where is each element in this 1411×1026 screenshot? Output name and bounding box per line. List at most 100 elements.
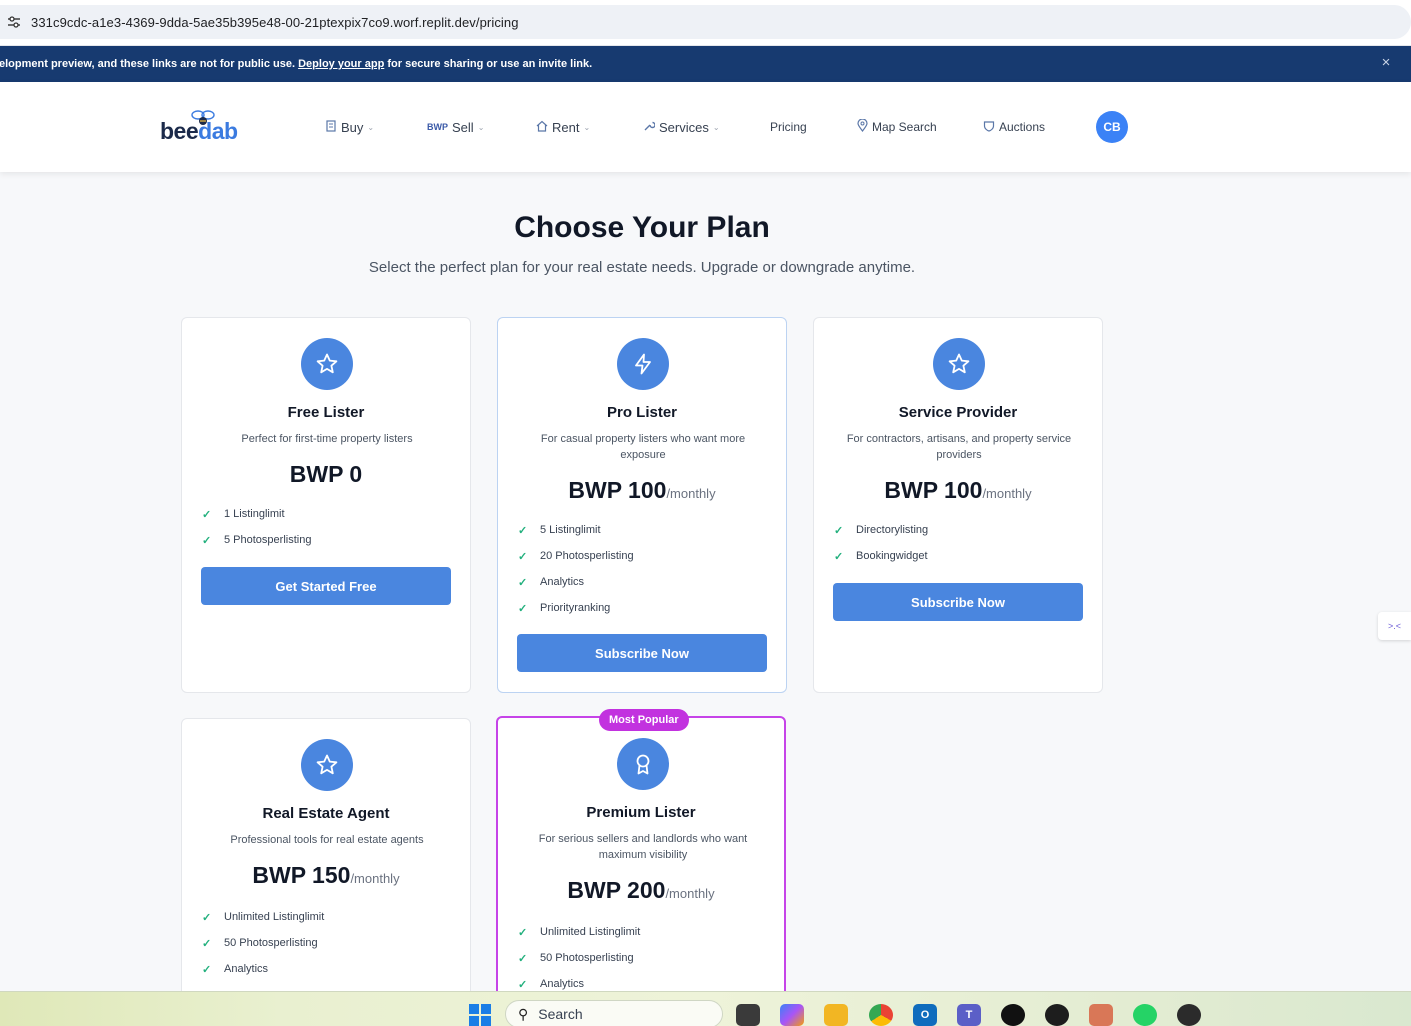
feature-item: ✓ 5 Listinglimit	[518, 524, 601, 537]
lightning-icon	[617, 338, 669, 390]
chevron-down-icon: ⌄	[367, 122, 375, 132]
user-avatar[interactable]: CB	[1096, 111, 1128, 143]
task-view-icon[interactable]	[736, 1004, 760, 1026]
site-info-icon[interactable]	[3, 14, 25, 30]
logo-wordmark: beedab	[160, 118, 238, 144]
url-field[interactable]: 331c9cdc-a1e3-4369-9dda-5ae35b395e48-00-…	[0, 5, 1411, 39]
check-icon: ✓	[518, 978, 528, 991]
map-pin-icon	[857, 118, 868, 135]
side-feedback-tab[interactable]: >.<	[1378, 612, 1411, 640]
teams-icon[interactable]: T	[957, 1004, 981, 1026]
star-icon	[301, 338, 353, 390]
plan-features: ✓ 5 Listinglimit ✓ 20 Photosperlisting ✓ An…	[518, 517, 768, 621]
subscribe-now-button[interactable]: Subscribe Now	[517, 634, 767, 672]
plan-features: ✓ Directorylisting ✓ Bookingwidget	[834, 517, 1084, 569]
banner-text: elopment preview, and these links are no…	[0, 58, 593, 70]
taskbar-search[interactable]: ⚲ Search	[505, 1000, 723, 1026]
feature-item: ✓ Analytics	[202, 963, 269, 976]
plan-card-free-lister: Free Lister Perfect for first-time prope…	[181, 317, 471, 693]
plan-description: Perfect for first-time property listers	[241, 433, 413, 445]
check-icon: ✓	[518, 602, 528, 615]
outlook-icon[interactable]: O	[913, 1004, 937, 1026]
star-icon	[301, 739, 353, 791]
plan-description: Professional tools for real estate agent…	[230, 834, 424, 846]
check-icon: ✓	[202, 508, 212, 521]
nav-buy[interactable]: Buy ⌄	[325, 117, 374, 137]
feature-item: ✓ 1 Listinglimit	[202, 508, 285, 521]
star-icon	[933, 338, 985, 390]
feature-item: ✓ Priorityranking	[518, 602, 611, 615]
check-icon: ✓	[202, 937, 212, 950]
check-icon: ✓	[202, 963, 212, 976]
nav-map-search[interactable]: Map Search	[857, 117, 937, 137]
check-icon: ✓	[202, 911, 212, 924]
plan-features: ✓ 1 Listinglimit ✓ 5 Photosperlisting	[202, 501, 452, 553]
chevron-down-icon: ⌄	[477, 122, 485, 132]
chevron-down-icon: ⌄	[583, 122, 591, 132]
chatgpt-icon[interactable]	[1001, 1004, 1025, 1026]
nav-pricing[interactable]: Pricing	[770, 117, 807, 137]
deploy-link[interactable]: Deploy your app	[298, 58, 384, 70]
whatsapp-icon[interactable]	[1133, 1004, 1157, 1026]
check-icon: ✓	[518, 926, 528, 939]
plan-name: Premium Lister	[586, 804, 696, 821]
gavel-icon	[983, 120, 995, 135]
check-icon: ✓	[518, 550, 528, 563]
plan-price: BWP 200/monthly	[567, 877, 715, 903]
plan-price: BWP 100/monthly	[884, 477, 1032, 503]
chrome-icon[interactable]	[869, 1004, 893, 1026]
feature-item: ✓ 50 Photosperlisting	[202, 937, 318, 950]
page-subtitle: Select the perfect plan for your real es…	[368, 259, 916, 276]
check-icon: ✓	[518, 576, 528, 589]
close-icon[interactable]: ×	[1379, 55, 1393, 70]
nav-buy-label: Buy	[341, 119, 364, 135]
nav-services[interactable]: Services ⌄	[643, 117, 720, 137]
building-icon	[325, 119, 337, 135]
plan-name: Service Provider	[898, 404, 1018, 421]
beedab-logo[interactable]: beedab	[160, 110, 250, 146]
plan-features: ✓ Unlimited Listinglimit ✓ 50 Photosperlis…	[202, 904, 452, 982]
chevron-down-icon: ⌄	[712, 122, 720, 132]
plan-price: BWP 0	[289, 461, 363, 487]
nav-sell[interactable]: BWP Sell ⌄	[427, 117, 484, 137]
get-started-free-button[interactable]: Get Started Free	[201, 567, 451, 605]
feature-item: ✓ 20 Photosperlisting	[518, 550, 634, 563]
app-icon[interactable]	[1045, 1004, 1069, 1026]
file-explorer-icon[interactable]	[824, 1004, 848, 1026]
plan-description: For casual property listers who want mor…	[540, 433, 746, 461]
feature-item: ✓ Unlimited Listinglimit	[518, 926, 641, 939]
plan-description: For serious sellers and landlords who wa…	[538, 833, 748, 861]
check-icon: ✓	[834, 524, 844, 537]
nav-pricing-label: Pricing	[770, 120, 807, 134]
plan-price: BWP 150/monthly	[252, 862, 400, 888]
feature-item: ✓ Directorylisting	[834, 524, 929, 537]
nav-auctions[interactable]: Auctions	[983, 117, 1045, 137]
feature-item: ✓ Bookingwidget	[834, 550, 928, 563]
plan-name: Real Estate Agent	[262, 805, 390, 822]
windows-start-icon[interactable]	[469, 1004, 491, 1026]
page-title: Choose Your Plan	[514, 211, 770, 244]
check-icon: ✓	[834, 550, 844, 563]
claude-icon[interactable]	[1089, 1004, 1113, 1026]
feature-item: ✓ Analytics	[518, 576, 585, 589]
plan-price: BWP 100/monthly	[568, 477, 716, 503]
feature-item: ✓ 50 Photosperlisting	[518, 952, 634, 965]
collapse-icon: >.<	[1387, 621, 1401, 631]
plan-name: Free Lister	[287, 404, 365, 421]
subscribe-now-button[interactable]: Subscribe Now	[833, 583, 1083, 621]
site-header: beedab Buy ⌄ BWP Sell ⌄ Rent ⌄ Services	[0, 82, 1411, 172]
url-text: 331c9cdc-a1e3-4369-9dda-5ae35b395e48-00-…	[31, 14, 519, 30]
feature-item: ✓ Unlimited Listinglimit	[202, 911, 325, 924]
taskbar-search-label: Search	[538, 1006, 583, 1022]
award-icon	[617, 738, 669, 790]
nav-services-label: Services	[659, 119, 709, 135]
check-icon: ✓	[202, 534, 212, 547]
plan-features: ✓ Unlimited Listinglimit ✓ 50 Photosperlis…	[518, 919, 768, 997]
media-player-icon[interactable]	[1177, 1004, 1201, 1026]
home-icon	[536, 120, 548, 135]
plan-card-pro-lister: Pro Lister For casual property listers w…	[497, 317, 787, 693]
nav-rent[interactable]: Rent ⌄	[536, 117, 590, 137]
plan-description: For contractors, artisans, and property …	[846, 433, 1072, 461]
plan-name: Pro Lister	[606, 404, 678, 421]
copilot-icon[interactable]	[780, 1004, 804, 1026]
